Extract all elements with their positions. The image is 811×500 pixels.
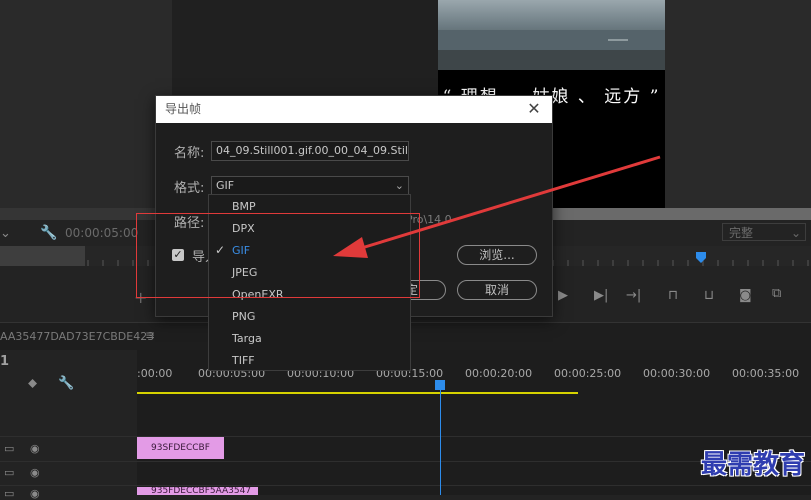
ruler-label: 00:00:20:00 bbox=[465, 367, 533, 380]
format-value: GIF bbox=[216, 179, 235, 192]
play-icon[interactable]: ▶ bbox=[558, 288, 568, 303]
chevron-down-icon[interactable]: ⌄ bbox=[0, 226, 11, 241]
chevron-down-icon: ⌄ bbox=[394, 179, 404, 192]
dialog-title: 导出帧 bbox=[165, 102, 202, 116]
extract-icon[interactable]: ⊔ bbox=[704, 288, 714, 303]
eye-icon[interactable]: ◉ bbox=[30, 487, 40, 500]
camera-icon[interactable]: ◙ bbox=[739, 288, 752, 303]
source-playhead[interactable] bbox=[696, 252, 706, 263]
playback-quality-select[interactable]: 完整 ⌄ bbox=[722, 223, 806, 241]
name-input[interactable]: 04_09.Still001.gif.00_00_04_09.Still001 bbox=[211, 141, 409, 161]
track-headers: 1 ⬥ 🔧 ▭ ◉ ▭ ◉ ▭ ◉ bbox=[0, 350, 137, 500]
timeline-playhead-line bbox=[440, 380, 441, 495]
menu-icon[interactable]: ≡ bbox=[145, 328, 155, 342]
timeline-clip[interactable]: 93SFDECCBF bbox=[137, 437, 224, 459]
close-icon[interactable]: ✕ bbox=[524, 98, 544, 120]
wrench-icon[interactable]: 🔧 bbox=[40, 225, 57, 241]
compare-icon[interactable]: ⧉ bbox=[772, 286, 781, 301]
sequence-name[interactable]: AA35477DAD73E7CBDE423 bbox=[0, 330, 154, 343]
dialog-titlebar[interactable]: 导出帧 ✕ bbox=[156, 96, 552, 123]
video-track-icon[interactable]: ▭ bbox=[4, 487, 14, 500]
watermark-logo: 最需教育 bbox=[700, 450, 805, 480]
cancel-button[interactable]: 取消 bbox=[457, 280, 537, 300]
eye-icon[interactable]: ◉ bbox=[30, 466, 40, 479]
video-track-icon[interactable]: ▭ bbox=[4, 466, 14, 479]
work-area-bar[interactable] bbox=[137, 392, 578, 394]
source-timecode[interactable]: 00:00:05:00 bbox=[65, 226, 138, 240]
go-to-out-icon[interactable]: →| bbox=[626, 288, 641, 303]
quality-value: 完整 bbox=[729, 226, 754, 240]
step-forward-icon[interactable]: ▶| bbox=[594, 288, 608, 303]
track-divider bbox=[0, 436, 811, 437]
format-option-png[interactable]: PNG bbox=[232, 310, 255, 323]
format-option-tiff[interactable]: TIFF bbox=[232, 354, 255, 367]
format-option-targa[interactable]: Targa bbox=[232, 332, 262, 345]
format-select[interactable]: GIF ⌄ bbox=[211, 176, 409, 196]
format-label: 格式: bbox=[174, 181, 205, 196]
chevron-down-icon: ⌄ bbox=[790, 226, 801, 240]
clip-name: 93SFDECCBF bbox=[151, 443, 210, 453]
track-divider bbox=[0, 485, 811, 486]
track-number: 1 bbox=[0, 354, 10, 369]
clip-name: 935FDECCBF5AA3547 bbox=[151, 487, 252, 495]
ruler-label: :00:00 bbox=[137, 367, 173, 380]
preview-landscape bbox=[438, 30, 665, 70]
name-label: 名称: bbox=[174, 146, 205, 161]
ruler-label: 00:00:25:00 bbox=[554, 367, 622, 380]
annotation-box bbox=[136, 213, 420, 298]
scrub-bar-range bbox=[548, 208, 811, 220]
lift-icon[interactable]: ⊓ bbox=[668, 288, 678, 303]
browse-button[interactable]: 浏览... bbox=[457, 245, 537, 265]
marker-icon[interactable]: ⬥ bbox=[28, 376, 37, 391]
right-panel bbox=[665, 0, 811, 208]
format-option-bmp[interactable]: BMP bbox=[232, 200, 256, 213]
timeline-clip[interactable]: 935FDECCBF5AA3547 bbox=[137, 487, 258, 495]
source-monitor-panel bbox=[0, 0, 172, 215]
eye-icon[interactable]: ◉ bbox=[30, 442, 40, 455]
wrench-icon[interactable]: 🔧 bbox=[58, 376, 74, 391]
ruler-label: 00:00:30:00 bbox=[643, 367, 711, 380]
video-track-icon[interactable]: ▭ bbox=[4, 442, 14, 455]
ruler-label: 00:00:35:00 bbox=[732, 367, 800, 380]
timeline-playhead[interactable] bbox=[435, 380, 445, 390]
track-divider bbox=[0, 461, 811, 462]
preview-image bbox=[438, 0, 665, 70]
